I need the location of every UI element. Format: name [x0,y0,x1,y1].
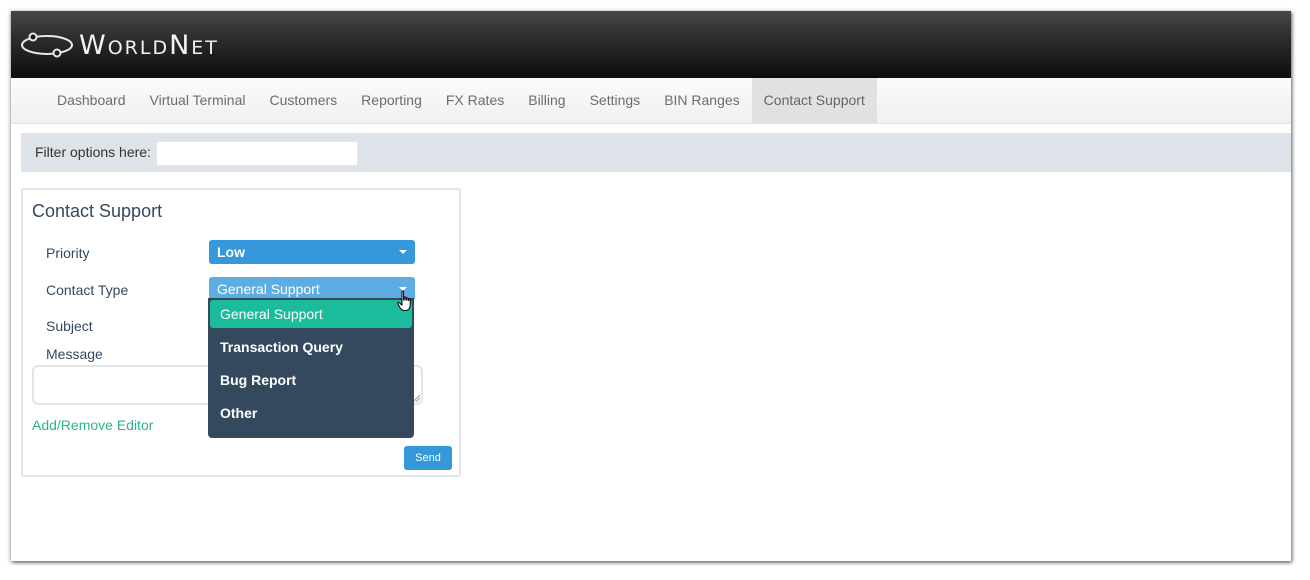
app-window: WorldNet Dashboard Virtual Terminal Cust… [11,11,1291,561]
panel-title: Contact Support [32,201,163,221]
nav-item-billing[interactable]: Billing [516,78,577,123]
send-button[interactable]: Send [404,446,452,470]
nav-item-bin-ranges[interactable]: BIN Ranges [652,78,751,123]
chevron-down-icon [399,250,407,254]
priority-label: Priority [46,245,90,261]
brand-logo[interactable]: WorldNet [19,25,219,65]
brand-name: WorldNet [79,29,219,61]
nav-item-contact-support[interactable]: Contact Support [751,78,877,123]
nav-item-customers[interactable]: Customers [257,78,349,123]
contact-type-label: Contact Type [46,282,129,298]
add-remove-editor-link[interactable]: Add/Remove Editor [32,417,153,433]
nav-item-settings[interactable]: Settings [578,78,653,123]
priority-select[interactable]: Low [209,240,415,264]
contact-type-dropdown: General Support Transaction Query Bug Re… [208,298,414,438]
nav-item-virtual-terminal[interactable]: Virtual Terminal [138,78,258,123]
nav-item-fx-rates[interactable]: FX Rates [434,78,516,123]
app-header: WorldNet [11,11,1291,78]
dropdown-option-other[interactable]: Other [210,399,412,427]
nav-item-reporting[interactable]: Reporting [349,78,434,123]
hand-cursor-icon [397,290,411,311]
nav-item-dashboard[interactable]: Dashboard [45,78,138,123]
main-nav: Dashboard Virtual Terminal Customers Rep… [11,78,1291,124]
contact-type-value: General Support [217,281,320,297]
orbit-logo-icon [21,32,73,58]
message-label: Message [46,346,103,362]
subject-label: Subject [46,318,93,334]
dropdown-option-bug-report[interactable]: Bug Report [210,366,412,394]
dropdown-option-general-support[interactable]: General Support [210,300,412,328]
dropdown-option-transaction-query[interactable]: Transaction Query [210,333,412,361]
filter-label: Filter options here: [35,144,151,160]
priority-value: Low [217,244,245,260]
filter-bar: Filter options here: [21,133,1291,172]
filter-input[interactable] [156,141,358,166]
